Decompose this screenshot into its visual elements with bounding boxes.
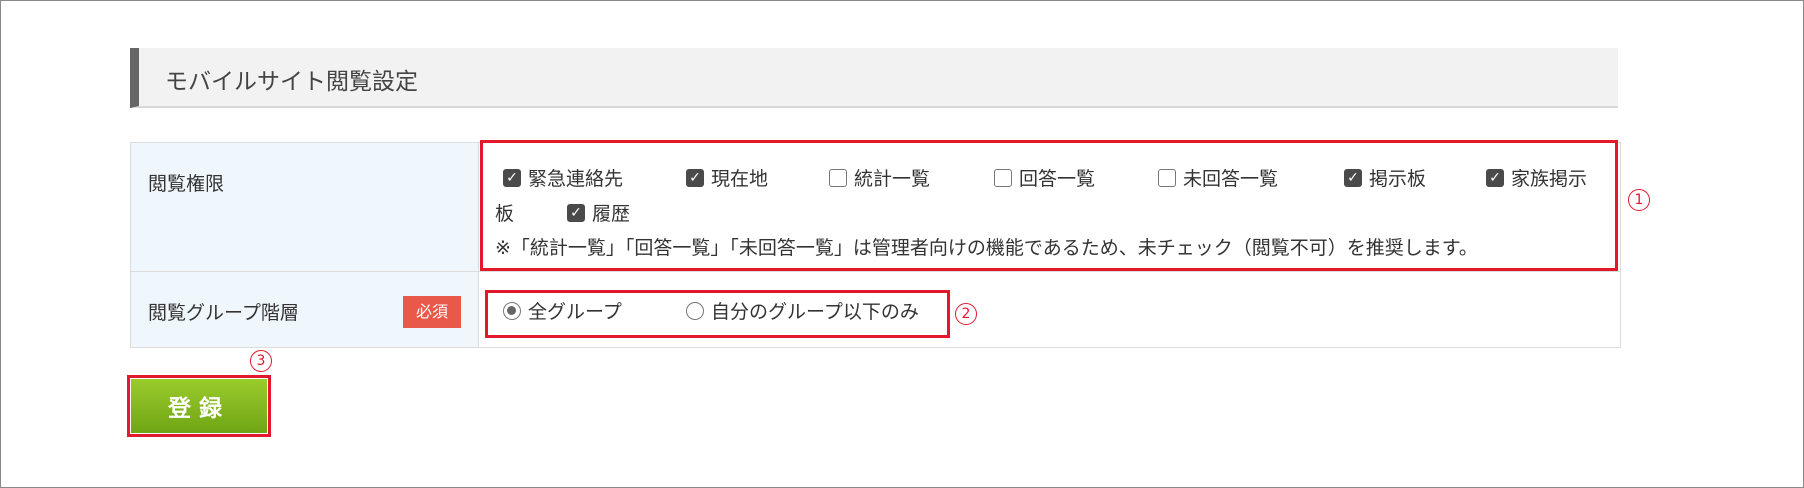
- section-header: モバイルサイト閲覧設定: [130, 48, 1618, 108]
- annotation-box-1: [480, 140, 1618, 271]
- annotation-number-1: 1: [1628, 189, 1650, 211]
- annotation-box-2: [485, 290, 950, 338]
- label-column: 閲覧権限 閲覧グループ階層 必須: [131, 143, 479, 347]
- required-badge: 必須: [403, 296, 461, 328]
- annotation-number-2: 2: [955, 303, 977, 325]
- annotation-number-3: 3: [250, 350, 272, 372]
- register-button[interactable]: 登録: [131, 379, 267, 433]
- row-divider: [131, 271, 1620, 272]
- section-title: モバイルサイト閲覧設定: [165, 69, 418, 95]
- page-frame: モバイルサイト閲覧設定 閲覧権限 閲覧グループ階層 必須 ✓ 緊急連絡先 ✓ 現…: [0, 0, 1804, 488]
- group-level-label: 閲覧グループ階層: [148, 302, 299, 324]
- permission-label: 閲覧権限: [148, 173, 225, 195]
